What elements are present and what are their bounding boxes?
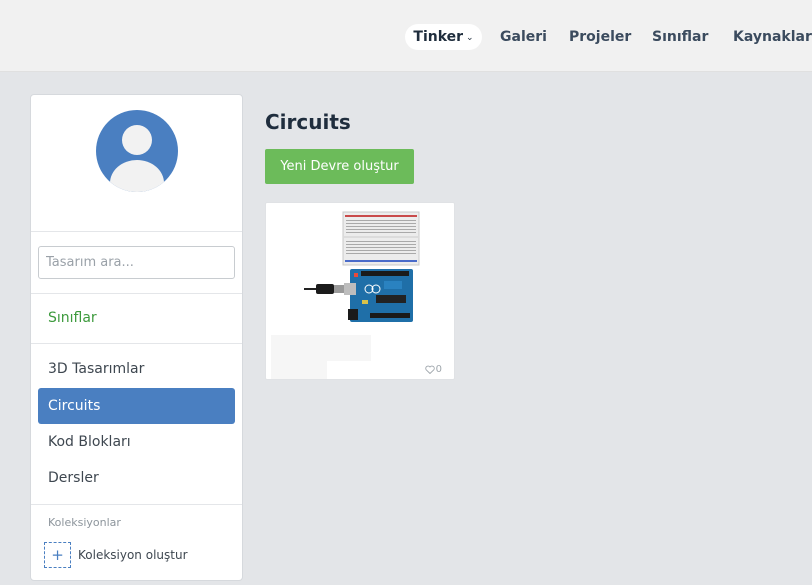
sidebar-item-3d-designs[interactable]: 3D Tasarımlar <box>38 351 235 387</box>
chevron-down-icon: ⌄ <box>466 33 474 43</box>
nav-kaynaklar[interactable]: Kaynaklar⌄ <box>733 24 812 50</box>
sidebar-item-circuits[interactable]: Circuits <box>38 388 235 424</box>
search-input[interactable] <box>38 246 235 279</box>
nav-tinker-label: Tinker <box>413 29 464 45</box>
design-card[interactable]: 0 <box>265 202 455 380</box>
collections-heading: Koleksiyonlar <box>48 516 121 529</box>
like-count: 0 <box>435 364 442 375</box>
sidebar: Sınıflar 3D Tasarımlar Circuits Kod Blok… <box>30 94 243 581</box>
nav-projeler[interactable]: Projeler <box>569 24 631 50</box>
divider <box>31 343 242 344</box>
sidebar-item-lessons[interactable]: Dersler <box>38 460 235 496</box>
create-collection-label: Koleksiyon oluştur <box>78 548 188 562</box>
page-title: Circuits <box>265 110 351 134</box>
card-title-placeholder <box>271 335 371 361</box>
circuit-thumbnail <box>304 211 420 322</box>
card-subtitle-placeholder <box>271 361 327 379</box>
avatar[interactable] <box>96 110 178 192</box>
nav-siniflar[interactable]: Sınıflar <box>652 24 708 50</box>
divider <box>31 504 242 505</box>
nav-kaynaklar-label: Kaynaklar <box>733 29 812 45</box>
new-circuit-button[interactable]: Yeni Devre oluştur <box>265 149 414 184</box>
heart-icon <box>424 365 435 374</box>
plus-icon: + <box>44 542 71 568</box>
nav-tinker[interactable]: Tinker ⌄ <box>405 24 482 50</box>
create-collection-button[interactable]: + Koleksiyon oluştur <box>44 542 188 568</box>
avatar-head <box>122 125 152 155</box>
divider <box>31 231 242 232</box>
nav-galeri[interactable]: Galeri <box>500 24 547 50</box>
sidebar-link-classes[interactable]: Sınıflar <box>48 310 97 326</box>
avatar-body <box>110 160 164 192</box>
like-counter[interactable]: 0 <box>424 364 442 375</box>
top-navbar: Tinker ⌄ Galeri Projeler Sınıflar Kaynakl… <box>0 0 812 72</box>
divider <box>31 293 242 294</box>
sidebar-item-code-blocks[interactable]: Kod Blokları <box>38 424 235 460</box>
